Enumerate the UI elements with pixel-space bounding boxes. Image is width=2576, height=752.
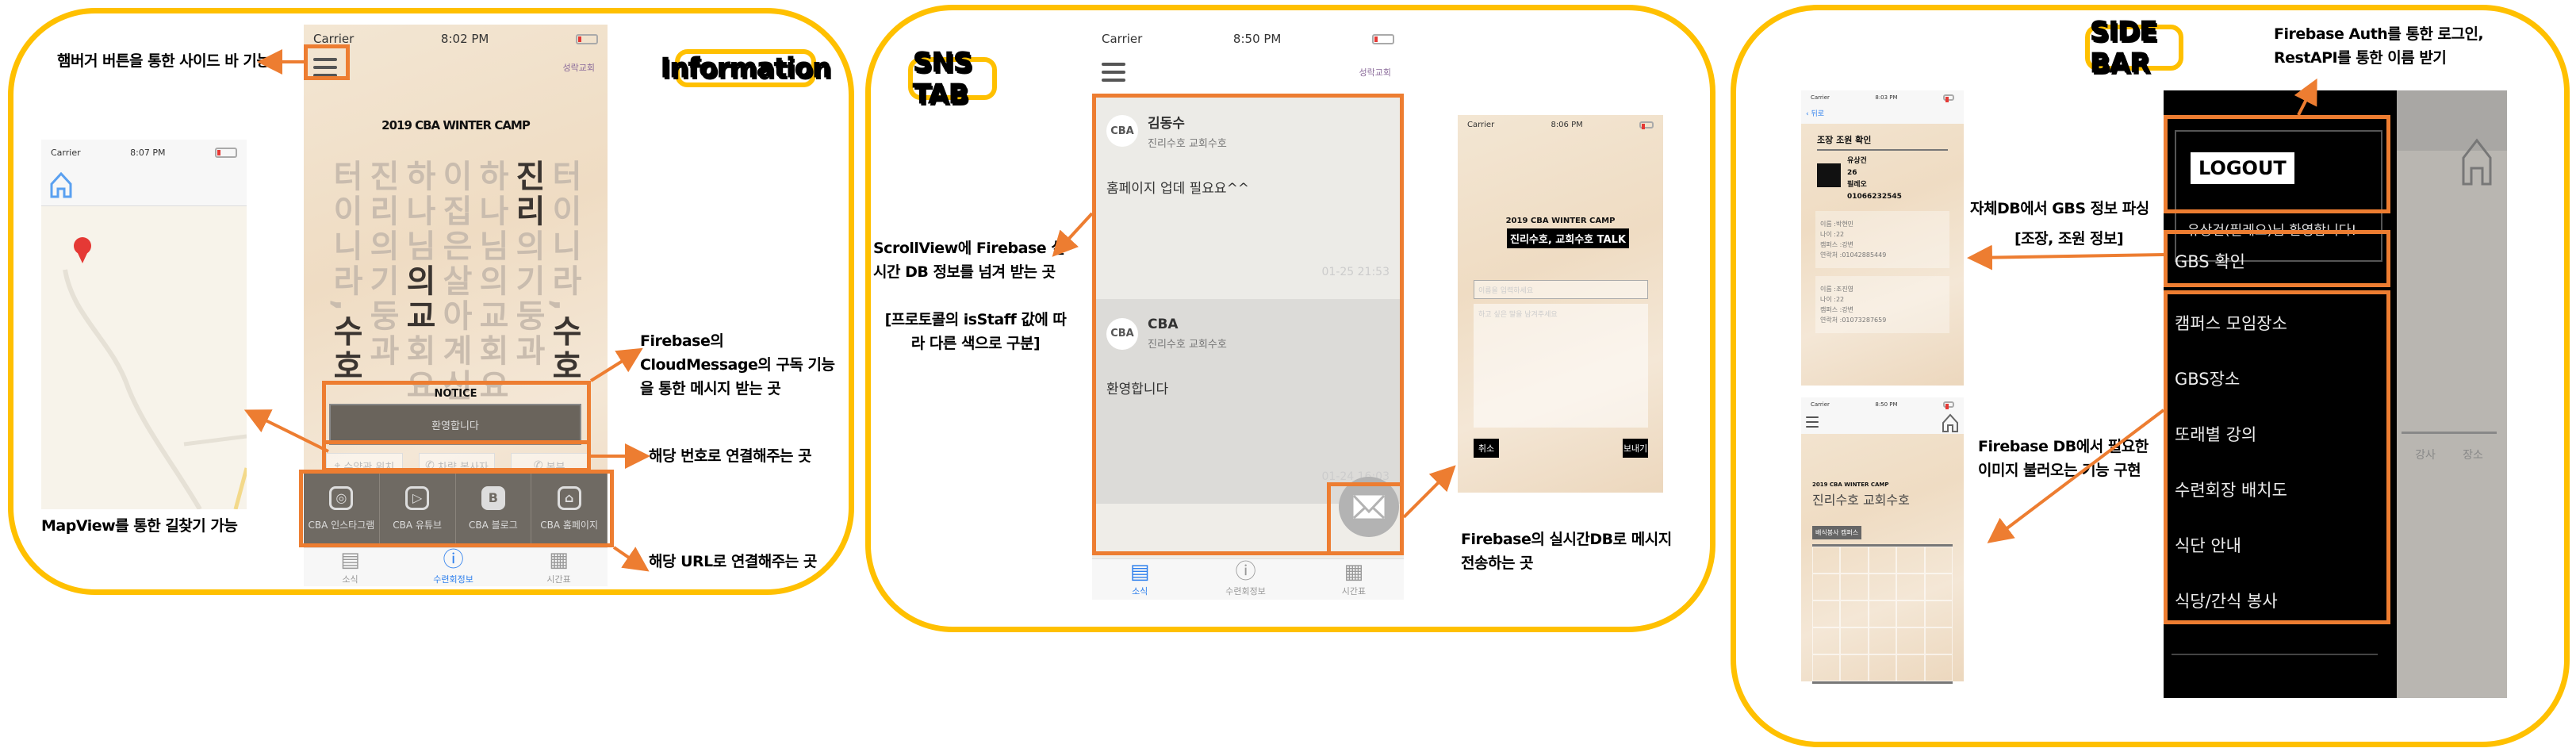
arrow-send	[1402, 465, 1456, 519]
arrow-gbs	[1967, 244, 2164, 270]
arrow-url	[612, 546, 650, 572]
arrow-map	[243, 409, 329, 453]
arrow-image	[1987, 409, 2165, 543]
arrow-cloud	[589, 347, 643, 382]
arrow-scroll	[1052, 212, 1094, 257]
annotation-arrows	[243, 49, 2317, 572]
arrow-auth	[2294, 78, 2317, 116]
